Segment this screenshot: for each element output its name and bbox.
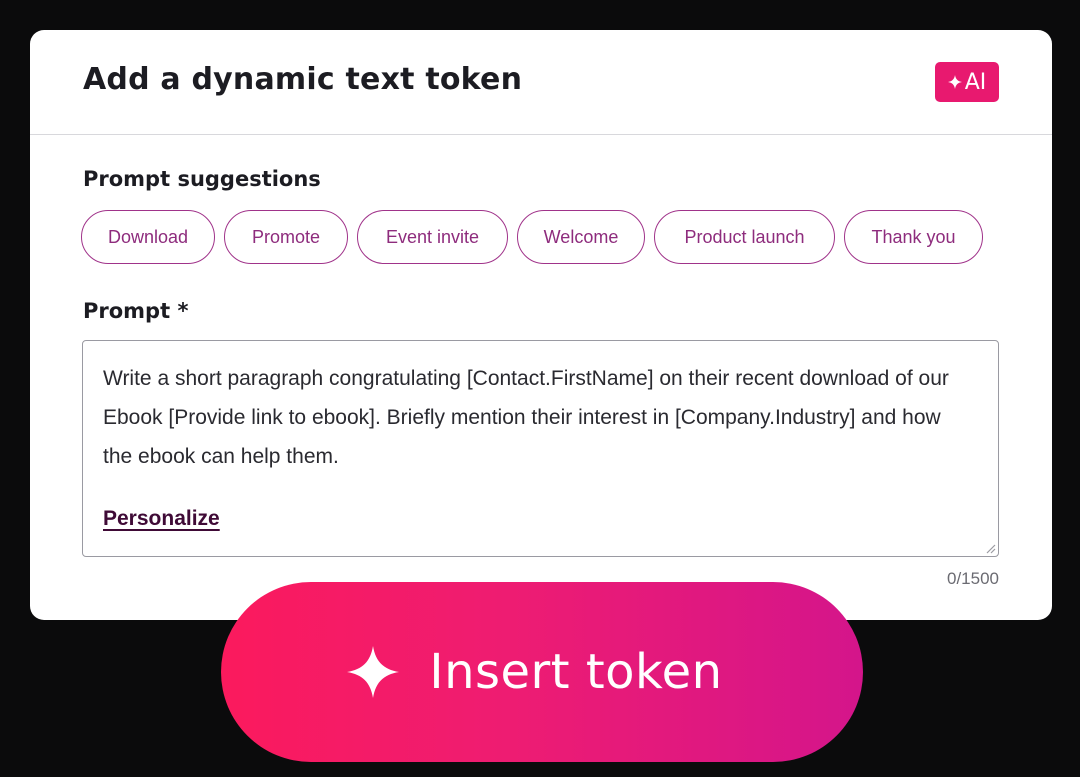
chip-promote[interactable]: Promote [224,210,348,264]
prompt-textarea[interactable]: Write a short paragraph congratulating [… [82,340,999,557]
prompt-label: Prompt * [83,299,189,323]
chip-event-invite[interactable]: Event invite [357,210,508,264]
prompt-text[interactable]: Write a short paragraph congratulating [… [103,359,973,476]
chip-product-launch[interactable]: Product launch [654,210,835,264]
chip-thank-you[interactable]: Thank you [844,210,983,264]
sparkle-icon [947,75,962,89]
character-count: 0/1500 [947,569,999,588]
insert-token-label: Insert token [429,644,723,700]
sparkle-icon [347,646,400,698]
dynamic-text-token-dialog: Add a dynamic text token AI Prompt sugge… [30,30,1052,620]
prompt-suggestions-label: Prompt suggestions [83,167,321,191]
ai-badge: AI [935,62,999,102]
chip-download[interactable]: Download [81,210,215,264]
chip-welcome[interactable]: Welcome [517,210,645,264]
prompt-suggestion-chips: Download Promote Event invite Welcome Pr… [81,210,983,264]
personalize-link[interactable]: Personalize [103,507,220,531]
insert-token-button[interactable]: Insert token [221,582,863,762]
resize-handle-icon[interactable] [986,544,996,554]
ai-badge-label: AI [964,69,987,95]
dialog-title: Add a dynamic text token [83,62,523,97]
dialog-header: Add a dynamic text token AI [30,30,1052,135]
